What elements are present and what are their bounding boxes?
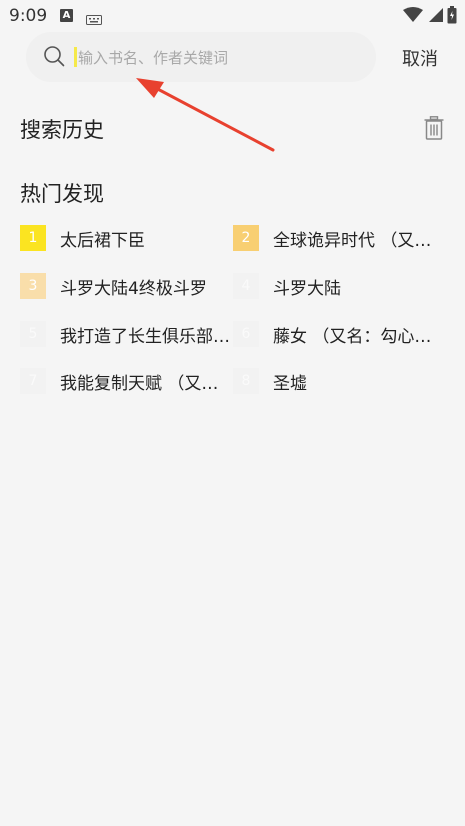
signal-icon <box>429 8 443 22</box>
battery-icon <box>447 6 457 24</box>
hot-item-2[interactable]: 2 全球诡异时代 （又名… <box>233 225 443 251</box>
status-bar: 9:09 A <box>0 0 465 32</box>
status-time: 9:09 <box>9 6 48 26</box>
rank-badge: 4 <box>233 273 259 299</box>
wifi-icon <box>403 7 423 22</box>
rank-badge: 2 <box>233 225 259 251</box>
hot-item-6[interactable]: 6 藤女 （又名：勾心斗… <box>233 321 443 347</box>
hot-item-3[interactable]: 3 斗罗大陆4终极斗罗 <box>20 273 230 299</box>
hot-item-7[interactable]: 7 我能复制天赋 （又名… <box>20 368 230 394</box>
hot-item-title: 我打造了长生俱乐部… <box>60 326 230 347</box>
rank-badge: 1 <box>20 225 46 251</box>
hot-item-5[interactable]: 5 我打造了长生俱乐部… <box>20 321 230 347</box>
hot-item-title: 斗罗大陆4终极斗罗 <box>60 278 207 299</box>
cancel-button[interactable]: 取消 <box>402 45 438 71</box>
rank-badge: 3 <box>20 273 46 299</box>
hot-item-title: 全球诡异时代 （又名… <box>273 230 443 251</box>
hot-discover-title: 热门发现 <box>20 182 104 206</box>
hot-item-title: 我能复制天赋 （又名… <box>60 373 230 394</box>
keyboard-icon <box>86 10 102 29</box>
rank-badge: 7 <box>20 368 46 394</box>
hot-item-title: 斗罗大陆 <box>273 278 341 299</box>
search-history-title: 搜索历史 <box>20 118 104 142</box>
hot-item-1[interactable]: 1 太后裙下臣 <box>20 225 230 251</box>
red-arrow-annotation <box>136 78 275 152</box>
hot-item-title: 圣墟 <box>273 373 307 394</box>
status-icons <box>403 6 457 24</box>
hot-item-title: 藤女 （又名：勾心斗… <box>273 326 443 347</box>
hot-item-title: 太后裙下臣 <box>60 230 145 251</box>
rank-badge: 8 <box>233 368 259 394</box>
input-method-icon: A <box>60 9 73 22</box>
hot-item-4[interactable]: 4 斗罗大陆 <box>233 273 443 299</box>
rank-badge: 5 <box>20 321 46 347</box>
search-icon <box>43 45 65 71</box>
search-input[interactable] <box>76 45 350 71</box>
hot-item-8[interactable]: 8 圣墟 <box>233 368 443 394</box>
rank-badge: 6 <box>233 321 259 347</box>
trash-icon[interactable] <box>424 116 444 144</box>
